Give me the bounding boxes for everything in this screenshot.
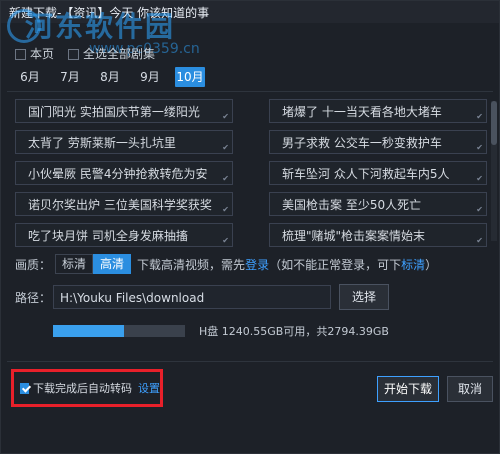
tab-month-9[interactable]: 9月 <box>135 67 165 87</box>
tab-month-8[interactable]: 8月 <box>95 67 125 87</box>
disk-usage-text: H盘 1240.55GB可用，共2794.39GB <box>199 325 389 338</box>
selection-row: 本页 全选全部剧集 <box>15 45 155 62</box>
episode-item[interactable]: 太背了 劳斯莱斯一头扎坑里 ✔ <box>15 130 233 154</box>
episode-item[interactable]: 诺贝尔奖出炉 三位美国科学奖获奖 ✔ <box>15 192 233 216</box>
episode-item[interactable]: 斩车坠河 众人下河救起车内5人 ✔ <box>269 161 487 185</box>
check-mark-icon: ✔ <box>222 143 229 152</box>
check-mark-icon: ✔ <box>476 205 483 214</box>
episode-item[interactable]: 吃了块月饼 司机全身发麻抽搐 ✔ <box>15 223 233 247</box>
episode-list-left: 国门阳光 实拍国庆节第一缕阳光 ✔ 太背了 劳斯莱斯一头扎坑里 ✔ 小伙晕厥 民警4… <box>15 99 233 247</box>
settings-link[interactable]: 设置 <box>138 380 160 396</box>
check-mark-icon: ✔ <box>476 236 483 245</box>
divider <box>7 91 493 92</box>
episode-scrollbar[interactable] <box>491 101 497 241</box>
check-mark-icon: ✔ <box>222 205 229 214</box>
quality-label: 画质： <box>15 257 52 272</box>
download-dialog: 新建下载-【资讯】今天 你该知道的事 河东软件园 www.pc0359.cn 本… <box>0 0 500 454</box>
quality-high-button[interactable]: 高清 <box>93 254 132 274</box>
episode-list-right: 堵爆了 十一当天看各地大堵车 ✔ 男子求救 公交车一秒变救护车 ✔ 斩车坠河 众人下… <box>269 99 487 247</box>
episode-item[interactable]: 男子求救 公交车一秒变救护车 ✔ <box>269 130 487 154</box>
auto-transcode-checkbox[interactable] <box>20 382 29 394</box>
episode-item[interactable]: 梳理"赌城"枪击案案情始末 ✔ <box>269 223 487 247</box>
standard-quality-link[interactable]: 标清 <box>401 256 425 273</box>
auto-transcode-label: 下载完成后自动转码 <box>33 382 132 395</box>
checkbox-icon[interactable] <box>15 49 26 60</box>
disk-usage: H盘 1240.55GB可用，共2794.39GB <box>53 323 389 339</box>
path-label: 路径： <box>15 290 52 305</box>
cancel-button[interactable]: 取消 <box>447 376 493 402</box>
scrollbar-thumb[interactable] <box>491 101 497 145</box>
tab-month-10[interactable]: 10月 <box>175 67 205 87</box>
episode-item[interactable]: 美国枪击案 至少50人死亡 ✔ <box>269 192 487 216</box>
check-mark-icon: ✔ <box>222 112 229 121</box>
quality-hint-prefix: 下载高清视频，需先 <box>137 257 246 272</box>
select-all-episodes[interactable]: 全选全部剧集 <box>68 45 155 62</box>
month-tabs: 6月 7月 8月 9月 10月 <box>15 67 205 87</box>
tab-month-7[interactable]: 7月 <box>55 67 85 87</box>
episode-item[interactable]: 小伙晕厥 民警4分钟抢救转危为安 ✔ <box>15 161 233 185</box>
path-row: 路径： H:\Youku Files\download 选择 <box>15 284 389 310</box>
episode-item[interactable]: 堵爆了 十一当天看各地大堵车 ✔ <box>269 99 487 123</box>
quality-hint-mid: （如不能正常登录，可下 <box>269 257 402 272</box>
check-mark-icon: ✔ <box>476 143 483 152</box>
quality-standard-button[interactable]: 标清 <box>55 254 94 274</box>
watermark-text: 河东软件园 <box>25 10 176 43</box>
tab-month-6[interactable]: 6月 <box>15 67 45 87</box>
divider <box>7 361 493 362</box>
check-mark-icon: ✔ <box>222 236 229 245</box>
episode-item[interactable]: 国门阳光 实拍国庆节第一缕阳光 ✔ <box>15 99 233 123</box>
select-current-page[interactable]: 本页 <box>15 45 54 62</box>
check-mark-icon: ✔ <box>476 112 483 121</box>
checkbox-icon[interactable] <box>68 49 80 60</box>
disk-usage-fill <box>53 325 125 337</box>
check-mark-icon: ✔ <box>476 174 483 183</box>
quality-hint-suffix: ） <box>425 257 438 272</box>
quality-row: 画质： 标清 高清 下载高清视频，需先 登录 （如不能正常登录，可下 标清 ） <box>15 254 437 274</box>
start-download-button[interactable]: 开始下载 <box>377 376 439 402</box>
auto-transcode-option: 下载完成后自动转码 设置 <box>11 369 163 407</box>
path-input[interactable]: H:\Youku Files\download <box>53 285 331 309</box>
select-path-button[interactable]: 选择 <box>339 284 389 310</box>
login-link[interactable]: 登录 <box>245 256 269 273</box>
check-mark-icon: ✔ <box>222 174 229 183</box>
disk-usage-bar <box>53 325 185 337</box>
